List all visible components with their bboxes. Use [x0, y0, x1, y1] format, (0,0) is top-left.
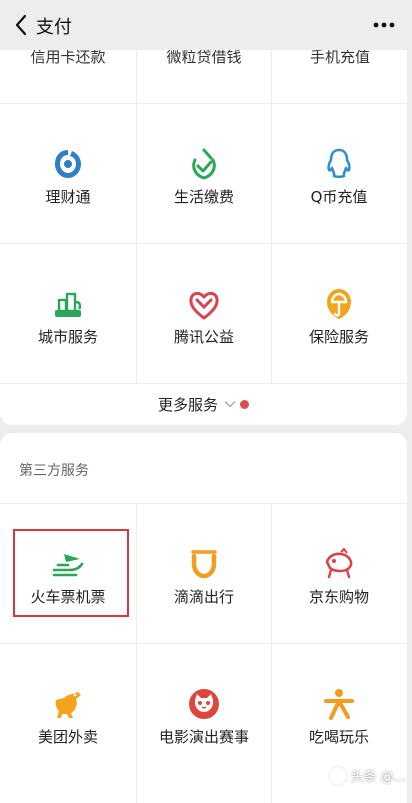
utility-icon: [186, 146, 222, 182]
notification-dot: [240, 400, 249, 409]
service-label: 电影演出赛事: [136, 726, 272, 747]
page-title: 支付: [36, 13, 72, 39]
back-button[interactable]: [4, 8, 38, 42]
service-label: 腾讯公益: [136, 326, 272, 347]
jd-icon: [321, 546, 357, 582]
charity-icon: [186, 286, 222, 322]
service-label: 保险服务: [271, 326, 407, 347]
more-options-button[interactable]: [370, 14, 398, 36]
service-qcoin[interactable]: Q币充值: [271, 104, 407, 244]
service-insurance[interactable]: 保险服务: [271, 244, 407, 384]
chevron-down-icon: [224, 400, 236, 408]
maoyan-icon: [186, 686, 222, 722]
service-jd[interactable]: 京东购物: [271, 504, 407, 644]
service-label: 理财通: [0, 186, 136, 207]
top-bar: 支付: [0, 0, 412, 50]
highlight-box: [13, 529, 129, 617]
wealth-icon: [50, 146, 86, 182]
service-label: 吃喝玩乐: [271, 726, 407, 747]
service-maoyan[interactable]: 电影演出赛事: [136, 644, 272, 784]
back-arrow-icon: [14, 14, 28, 36]
tencent-services-card: 信用卡还款 微粒贷借钱 手机充值 理财通 生活缴费 Q币充值: [0, 44, 407, 425]
insurance-icon: [321, 286, 357, 322]
watermark-text: 头条 @...: [350, 766, 406, 785]
service-dianping[interactable]: 吃喝玩乐: [271, 644, 407, 784]
didi-icon: [186, 546, 222, 582]
service-label: 生活缴费: [136, 186, 272, 207]
city-icon: [50, 286, 86, 322]
service-city[interactable]: 城市服务: [0, 244, 136, 384]
service-charity[interactable]: 腾讯公益: [136, 244, 272, 384]
service-licaitong[interactable]: 理财通: [0, 104, 136, 244]
service-utility[interactable]: 生活缴费: [136, 104, 272, 244]
service-label: 滴滴出行: [136, 586, 272, 607]
ellipsis-icon: [373, 22, 395, 28]
service-label: 美团外卖: [0, 726, 136, 747]
meituan-icon: [50, 686, 86, 722]
service-label: Q币充值: [271, 186, 407, 207]
service-label: 京东购物: [271, 586, 407, 607]
third-party-services-card: 第三方服务 火车票机票 滴滴出行 京东购物: [0, 433, 407, 803]
service-didi[interactable]: 滴滴出行: [136, 504, 272, 644]
section-title: 第三方服务: [19, 460, 89, 480]
watermark: 头条 @...: [329, 766, 406, 785]
more-services-label: 更多服务: [158, 394, 218, 415]
qq-coin-icon: [321, 146, 357, 182]
more-services-button[interactable]: 更多服务: [0, 384, 407, 424]
dianping-icon: [321, 686, 357, 722]
service-label: 城市服务: [0, 326, 136, 347]
service-meituan[interactable]: 美团外卖: [0, 644, 136, 784]
watermark-logo-icon: [329, 767, 347, 785]
